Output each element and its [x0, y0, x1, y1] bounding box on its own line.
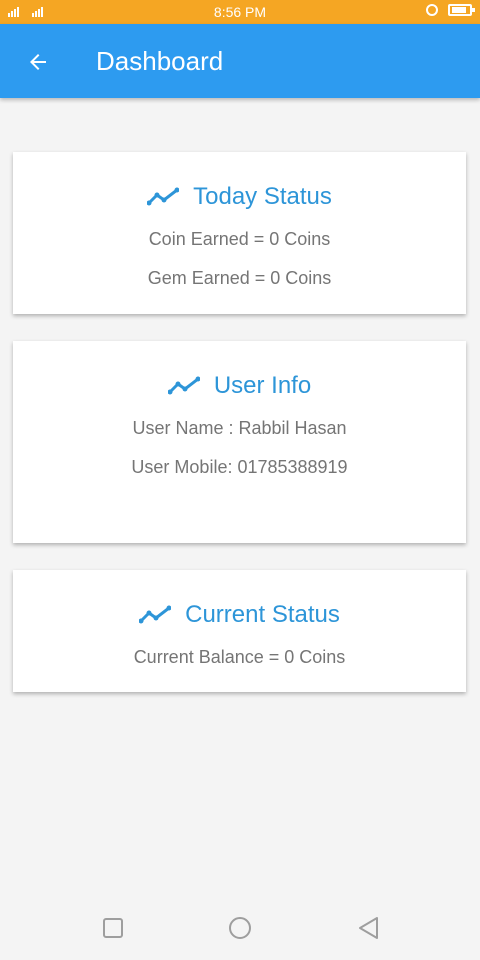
card-title: User Info: [213, 372, 312, 399]
trending-line-icon: [147, 187, 180, 206]
status-bar: 8:56 PM: [0, 0, 480, 24]
trending-line-icon: [139, 605, 172, 624]
back-button[interactable]: [18, 42, 58, 82]
coin-earned-text: Coin Earned = 0 Coins: [148, 229, 331, 249]
current-balance-text: Current Balance = 0 Coins: [133, 647, 346, 667]
today-status-card: Today Status Coin Earned = 0 Coins Gem E…: [13, 152, 466, 314]
circle-icon: [229, 917, 251, 939]
triangle-back-icon: [359, 917, 378, 939]
system-back-button[interactable]: [356, 916, 380, 940]
user-info-card: User Info User Name : Rabbil Hasan User …: [13, 341, 466, 543]
card-title: Today Status: [193, 183, 332, 210]
status-time: 8:56 PM: [213, 4, 267, 20]
battery-icon: [448, 4, 475, 16]
trending-line-icon: [167, 376, 200, 395]
page-title: Dashboard: [96, 46, 224, 76]
home-button[interactable]: [228, 916, 252, 940]
user-mobile-text: User Mobile: 01785388919: [131, 457, 348, 477]
current-status-card: Current Status Current Balance = 0 Coins: [13, 570, 466, 692]
recents-button[interactable]: [101, 916, 125, 940]
user-name-text: User Name : Rabbil Hasan: [132, 418, 347, 438]
arrow-back-icon: [30, 54, 46, 70]
app-bar: Dashboard: [0, 24, 480, 98]
square-icon: [103, 918, 123, 938]
gem-earned-text: Gem Earned = 0 Coins: [147, 268, 332, 288]
card-title: Current Status: [185, 601, 340, 628]
system-nav-bar: [0, 896, 480, 960]
alarm-icon: [426, 4, 438, 16]
